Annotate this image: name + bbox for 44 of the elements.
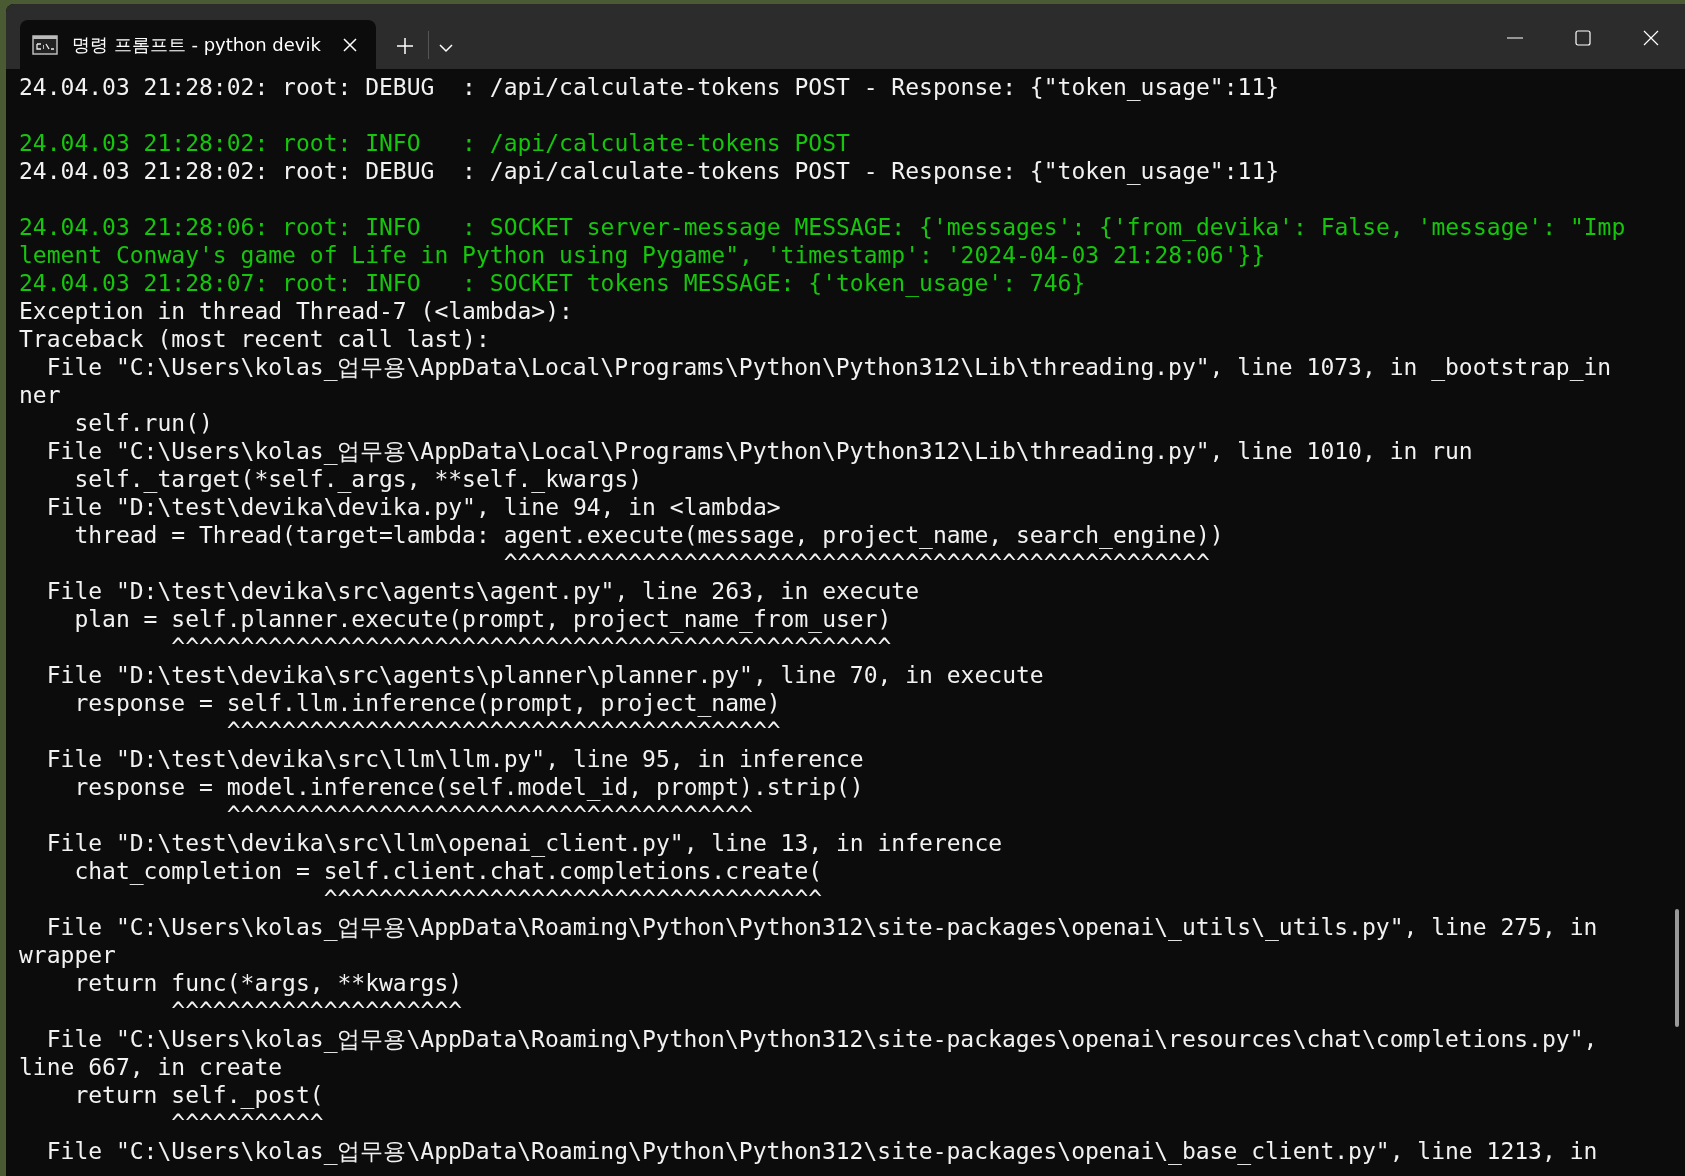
console-line: File "C:\Users\kolas_업무용\AppData\Roaming\Python\Python312\site-packages\openai\_utils\_utils.py", line 275, in	[45, 913, 1598, 941]
tab-title: 명령 프롬프트 - python devik	[72, 32, 322, 57]
console-line: File "D:\test\devika\src\llm\llm.py", line 95, in inference	[45, 745, 864, 773]
console-line: Exception in thread Thread-7 (<lambda>):	[19, 297, 573, 325]
console-line: chat_completion = self.client.chat.completions.create(	[73, 857, 823, 885]
console-line: response = self.llm.inference(prompt, project_name)	[73, 689, 781, 717]
console-line: File "D:\test\devika\src\llm\openai_client.py", line 13, in inference	[45, 829, 1003, 857]
minimize-icon	[1507, 37, 1523, 39]
close-icon	[1643, 30, 1659, 46]
maximize-icon	[1575, 30, 1591, 46]
console-line: ^^^^^^^^^^^^^^^^^^^^^	[170, 997, 463, 1025]
console-line: ^^^^^^^^^^^^^^^^^^^^^^^^^^^^^^^^^^^^	[322, 885, 823, 913]
console-line: File "C:\Users\kolas_업무용\AppData\Local\Programs\Python\Python312\Lib\threading.py", line 1010, in run	[45, 437, 1473, 465]
console-icon	[32, 34, 58, 55]
console-line: 24.04.03 21:28:06: root: INFO : SOCKET server-message MESSAGE: {'messages': {'from_devika': False, 'message': "Imp	[19, 213, 1626, 241]
console-line: return func(*args, **kwargs)	[73, 969, 463, 997]
console-line: self.run()	[73, 409, 213, 437]
console-line: ner	[19, 381, 61, 409]
console-line: ^^^^^^^^^^^	[170, 1109, 324, 1137]
console-line: 24.04.03 21:28:02: root: INFO : /api/calculate-tokens POST	[19, 129, 850, 157]
console-line: return self._post(	[73, 1081, 324, 1109]
console-line: ^^^^^^^^^^^^^^^^^^^^^^^^^^^^^^^^^^^^^^^^^^^^^^^^^^^^	[170, 633, 892, 661]
console-line: self._target(*self._args, **self._kwargs)	[73, 465, 643, 493]
console-line: File "D:\test\devika\src\agents\agent.py", line 263, in execute	[45, 577, 920, 605]
console-line: lement Conway's game of Life in Python using Pygame", 'timestamp': '2024-04-03 21:28:06'}}	[19, 241, 1266, 269]
console-line: response = model.inference(self.model_id, prompt).strip()	[73, 773, 864, 801]
console-line: ^^^^^^^^^^^^^^^^^^^^^^^^^^^^^^^^^^^^^^^^^^^^^^^^^^^	[502, 549, 1210, 577]
console-line: File "D:\test\devika\devika.py", line 94, in <lambda>	[45, 493, 781, 521]
console-line: ^^^^^^^^^^^^^^^^^^^^^^^^^^^^^^^^^^^^^^	[225, 801, 753, 829]
console-line: 24.04.03 21:28:02: root: DEBUG : /api/calculate-tokens POST - Response: {"token_usage":11}	[19, 73, 1280, 101]
console-line: ^^^^^^^^^^^^^^^^^^^^^^^^^^^^^^^^^^^^^^^^	[225, 717, 781, 745]
console-line: File "C:\Users\kolas_업무용\AppData\Local\Programs\Python\Python312\Lib\threading.py", line 1073, in _bootstrap_in	[45, 353, 1612, 381]
console-line: line 667, in create	[19, 1053, 283, 1081]
console-line: 24.04.03 21:28:07: root: INFO : SOCKET tokens MESSAGE: {'token_usage': 746}	[19, 269, 1086, 297]
console-line: File "C:\Users\kolas_업무용\AppData\Roaming\Python\Python312\site-packages\openai\_base_client.py", line 1213, in	[45, 1137, 1598, 1165]
terminal-tab[interactable]: 명령 프롬프트 - python devik	[20, 20, 376, 69]
console-line: File "D:\test\devika\src\agents\planner\planner.py", line 70, in execute	[45, 661, 1044, 689]
console-line: wrapper	[19, 941, 116, 969]
console-line: Traceback (most recent call last):	[19, 325, 490, 353]
console-line: 24.04.03 21:28:02: root: DEBUG : /api/calculate-tokens POST - Response: {"token_usage":11}	[19, 157, 1280, 185]
scrollbar-thumb[interactable]	[1675, 909, 1679, 1027]
console-line: thread = Thread(target=lambda: agent.execute(message, project_name, search_engine))	[73, 521, 1224, 549]
console-line: plan = self.planner.execute(prompt, project_name_from_user)	[73, 605, 892, 633]
console-line: File "C:\Users\kolas_업무용\AppData\Roaming\Python\Python312\site-packages\openai\resources\chat\completions.py",	[45, 1025, 1598, 1053]
